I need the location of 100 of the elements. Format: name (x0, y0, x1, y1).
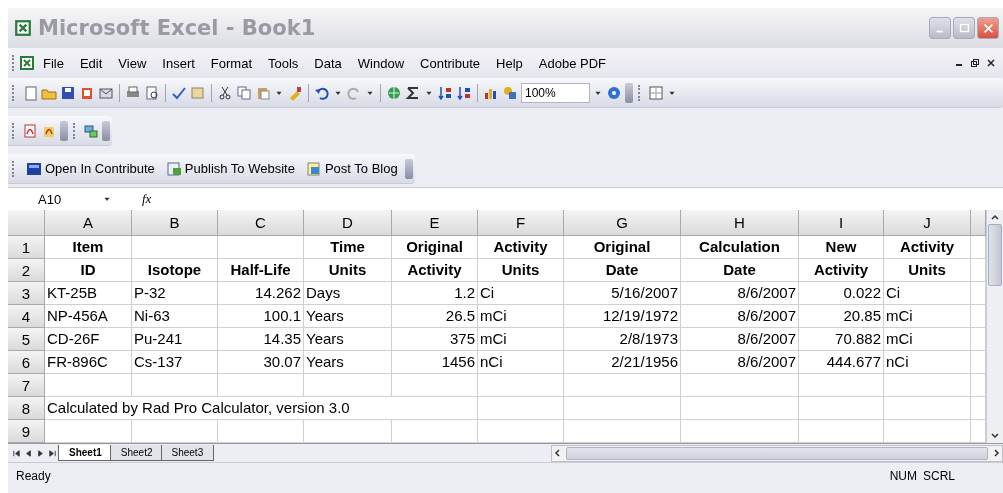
row-header[interactable]: 5 (8, 328, 45, 351)
insert-function-button[interactable]: fx (136, 191, 158, 207)
horizontal-scrollbar[interactable] (551, 444, 1003, 462)
scroll-right-icon[interactable] (992, 448, 1002, 458)
scrollbar-thumb[interactable] (566, 446, 988, 460)
zoom-field[interactable]: 100% (521, 82, 590, 103)
scroll-up-icon[interactable] (990, 212, 1000, 222)
name-box[interactable]: A10 (8, 190, 136, 208)
table-cell: 8/6/2007 (681, 328, 799, 351)
column-header[interactable]: D (304, 210, 392, 236)
column-header[interactable]: G (564, 210, 681, 236)
excel-logo-icon (14, 19, 32, 37)
column-header[interactable]: C (218, 210, 304, 236)
table-cell: Years (304, 351, 392, 374)
sheet-navigation-icon[interactable] (48, 448, 57, 458)
table-cell: mCi (478, 305, 564, 328)
vertical-scrollbar[interactable] (986, 210, 1003, 443)
toolbar-options-handle[interactable] (625, 82, 633, 103)
column-header[interactable]: A (45, 210, 132, 236)
row-header[interactable]: 8 (8, 397, 45, 420)
menu-item[interactable]: View (110, 55, 155, 71)
contribute-logo-icon[interactable] (26, 160, 42, 177)
menu-item[interactable]: Insert (154, 55, 203, 71)
table-cell: Units (884, 259, 971, 282)
table-cell: 444.677 (799, 351, 884, 374)
sort-descending-icon[interactable] (456, 84, 472, 101)
web-page-icon[interactable] (165, 160, 182, 177)
menu-item[interactable]: Format (202, 55, 260, 71)
table-cell: Activity (799, 259, 884, 282)
pdf-document-icon[interactable] (22, 122, 38, 139)
table-cell: Activity (392, 259, 478, 282)
table-cell: 26.5 (392, 305, 478, 328)
table-cell: New (799, 236, 884, 259)
toolbar-button[interactable]: Post To Blog (301, 160, 402, 177)
table-cell: Original (392, 236, 478, 259)
scrollbar-thumb[interactable] (988, 224, 1002, 286)
table-cell: P-32 (132, 282, 218, 305)
table-cell: 2/21/1956 (564, 351, 681, 374)
menu-item[interactable]: Data (306, 55, 350, 71)
copy-icon[interactable] (236, 84, 252, 101)
table-cell: 14.35 (218, 328, 304, 351)
table-cell: 1.2 (392, 282, 478, 305)
sort-ascending-icon[interactable] (437, 84, 453, 101)
menu-item[interactable]: File (35, 55, 72, 71)
scroll-down-icon[interactable] (990, 431, 1000, 441)
table-cell: 8/6/2007 (681, 351, 799, 374)
table-cell: Item (45, 236, 132, 259)
toolbar-button[interactable]: Open In Contribute (22, 160, 159, 177)
scroll-left-icon[interactable] (552, 448, 562, 458)
menu-item[interactable]: Window (349, 55, 413, 71)
column-header[interactable]: F (478, 210, 564, 236)
column-header[interactable]: H (681, 210, 799, 236)
scissors-icon[interactable] (217, 84, 233, 101)
sheet-navigation-icon[interactable] (12, 448, 21, 458)
toolbar-options-handle[interactable] (102, 120, 110, 141)
help-icon[interactable] (606, 84, 622, 101)
sigma-icon[interactable] (405, 84, 421, 101)
row-header[interactable]: 2 (8, 259, 45, 282)
sheet-tab[interactable]: Sheet1 (58, 445, 113, 461)
row-header[interactable]: 3 (8, 282, 45, 305)
menu-item[interactable]: Edit (71, 55, 111, 71)
table-cell: 30.07 (218, 351, 304, 374)
table-cell: Activity (884, 236, 971, 259)
toolbar-options-handle[interactable] (404, 158, 413, 179)
table-cell: Years (304, 328, 392, 351)
menu-item[interactable]: Help (488, 55, 531, 71)
row-header[interactable]: 4 (8, 305, 45, 328)
table-cell: mCi (884, 328, 971, 351)
menu-item[interactable]: Contribute (412, 55, 489, 71)
sheet-tab[interactable]: Sheet3 (160, 445, 215, 461)
column-header[interactable]: B (132, 210, 218, 236)
print-preview-icon[interactable] (144, 84, 160, 101)
column-header[interactable]: I (799, 210, 884, 236)
table-cell: 375 (392, 328, 478, 351)
row-header[interactable]: 6 (8, 351, 45, 374)
row-header[interactable]: 9 (8, 420, 45, 443)
table-cell: 8/6/2007 (681, 282, 799, 305)
row-header[interactable]: 7 (8, 374, 45, 397)
column-header[interactable]: E (392, 210, 478, 236)
toolbar-options-handle[interactable] (60, 120, 68, 141)
column-header[interactable]: J (884, 210, 971, 236)
toolbar-button[interactable]: Publish To Website (161, 160, 299, 177)
blog-page-icon[interactable] (305, 160, 322, 177)
table-cell: CD-26F (45, 328, 132, 351)
network-computer-icon[interactable] (83, 122, 99, 139)
table-cell: NP-456A (45, 305, 132, 328)
table-cell: mCi (884, 305, 971, 328)
table-cell: Isotope (132, 259, 218, 282)
table-cell: ID (45, 259, 132, 282)
status-indicator: SCRL (923, 469, 955, 483)
menu-item[interactable]: Tools (260, 55, 307, 71)
table-cell: Time (304, 236, 392, 259)
excel-logo-icon[interactable] (19, 55, 35, 71)
table-cell: Pu-241 (132, 328, 218, 351)
sheet-tab[interactable]: Sheet2 (109, 445, 164, 461)
row-header[interactable]: 1 (8, 236, 45, 259)
menu-item[interactable]: Adobe PDF (530, 55, 614, 71)
table-cell: 12/19/1972 (564, 305, 681, 328)
drawing-shapes-icon[interactable] (502, 84, 518, 101)
table-cell: Ci (884, 282, 971, 305)
